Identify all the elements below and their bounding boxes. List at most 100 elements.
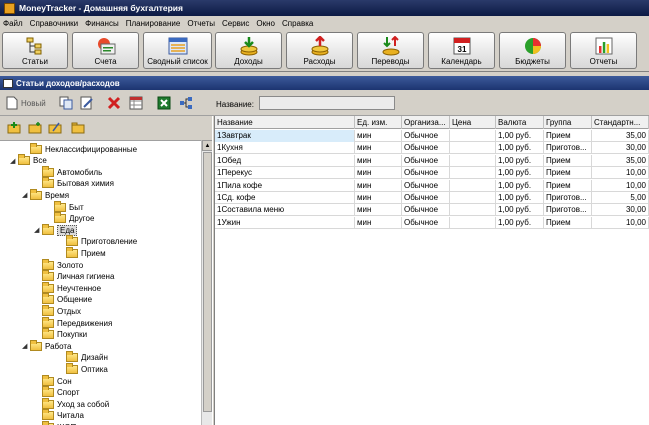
table-row[interactable]: 1Составила меню мин Обычное 1,00 руб. Пригот… [215,204,649,217]
articles-button[interactable]: Статьи [2,32,68,69]
table-cell: Обычное [402,167,450,180]
table-row[interactable]: 1Обед мин Обычное 1,00 руб. Прием 35,00 [215,154,649,167]
folder-icon [42,328,54,340]
tree-item[interactable]: ШОП [34,420,76,425]
folder-icon [42,293,54,305]
window-title-bar[interactable]: MoneyTracker - Домашняя бухгалтерия [0,0,649,16]
menu-item-planning[interactable]: Планирование [126,19,181,28]
tree-item[interactable]: ◢ Время [22,188,69,201]
new-button[interactable]: Новый [6,96,46,110]
reports-button-label: Отчеты [589,57,618,66]
table-cell: 1,00 руб. [496,154,544,167]
column-header[interactable]: Ед. изм. [355,116,402,129]
add-folder-icon[interactable] [7,121,21,134]
scroll-thumb[interactable] [203,152,212,412]
table-row[interactable]: 1Пила кофе мин Обычное 1,00 руб. Прием 10,00 [215,179,649,192]
category-tree[interactable]: Неклассифицированные ◢ Все Автомобиль Бытова… [0,140,201,425]
menu-item-finance[interactable]: Финансы [85,19,119,28]
column-header[interactable]: Цена [450,116,496,129]
folder-icon[interactable] [71,121,85,134]
folder-icon [30,142,42,154]
menu-item-window[interactable]: Окно [256,19,275,28]
tree-expander-icon[interactable]: ◢ [10,157,18,165]
table-row[interactable]: 1Перекус мин Обычное 1,00 руб. Прием 10,00 [215,167,649,180]
subwindow-title-bar[interactable]: Статьи доходов/расходов [0,76,649,90]
table-cell: 1,00 руб. [496,130,544,142]
tree-item-label: Автомобиль [57,167,103,177]
tree-scrollbar[interactable]: ▲ [201,140,213,425]
budgets-button[interactable]: Бюджеты [499,32,566,69]
menu-item-help[interactable]: Справка [282,19,313,28]
menu-item-reports[interactable]: Отчеты [187,19,215,28]
delete-icon[interactable] [107,96,121,110]
table-settings-icon[interactable] [129,96,143,110]
name-filter-input[interactable] [259,96,395,110]
reports-button[interactable]: Отчеты [570,32,637,69]
tree-item-label: Общение [57,295,93,305]
table-cell: 1,00 руб. [496,142,544,155]
folder-icon [54,200,66,212]
table-cell: 1Составила меню [215,204,355,217]
column-header[interactable]: Валюта [496,116,544,129]
table-cell: Приготов... [544,192,592,204]
folder-icon [42,386,54,398]
income-button[interactable]: Доходы [215,32,282,69]
tree-item[interactable]: Оптика [58,362,108,375]
tree-expander-icon[interactable]: ◢ [22,191,30,199]
table-row[interactable]: 1Кухня мин Обычное 1,00 руб. Приготов... 30,0… [215,142,649,155]
menu-item-service[interactable]: Сервис [222,19,249,28]
menu-item-directories[interactable]: Справочники [30,19,78,28]
tree-item-label: Неклассифицированные [45,144,138,154]
reports-chart-icon [595,37,612,55]
folder-icon [66,351,78,363]
table-cell: 1Перекус [215,167,355,180]
transfers-button[interactable]: Переводы [357,32,424,69]
window-title: MoneyTracker - Домашняя бухгалтерия [19,3,183,13]
tree-item-label: Читала [57,411,84,421]
tree-item-label: Другое [69,214,95,224]
tree-item[interactable]: Другое [46,212,95,225]
edit-folder-icon[interactable] [48,121,62,134]
tree-item[interactable]: Сон [34,374,72,387]
table-row[interactable]: 1Завтрак мин Обычное 1,00 руб. Прием 35,00 [215,130,649,142]
tree-item[interactable]: Покупки [34,328,87,341]
expenses-button[interactable]: Расходы [286,32,353,69]
folder-icon [30,339,42,351]
tree-item[interactable]: Спорт [34,386,80,399]
excel-export-icon[interactable] [157,96,171,110]
tree-item-label: Сон [57,376,72,386]
add-subfolder-icon[interactable] [28,121,42,134]
edit-icon[interactable] [80,96,94,110]
tree-expander-icon[interactable]: ◢ [34,226,42,234]
summary-list-button[interactable]: Сводный список [143,32,212,69]
menu-item-file[interactable]: Файл [3,19,23,28]
column-header[interactable]: Организа... [402,116,450,129]
table-cell: Обычное [402,216,450,229]
tree-item-label: Бытовая химия [57,179,114,189]
tree-item[interactable]: Быт [46,200,84,213]
tree-item[interactable]: Неклассифицированные [22,142,138,155]
calendar-button[interactable]: 31 Календарь [428,32,495,69]
svg-text:31: 31 [457,45,466,54]
tree-item[interactable]: Бытовая химия [34,177,114,190]
income-button-label: Доходы [234,57,263,66]
accounts-button[interactable]: Счета [72,32,139,69]
column-header[interactable]: Стандартн... [592,116,649,129]
tree-item-label: Передвижения [57,318,113,328]
table-row[interactable]: 1Ужин мин Обычное 1,00 руб. Прием 10,00 [215,216,649,229]
name-filter-label: Название: [216,100,254,109]
column-header[interactable]: Группа [544,116,592,129]
hierarchy-icon[interactable] [179,96,193,110]
column-header[interactable]: Название [215,116,355,129]
tree-item[interactable]: Прием [58,246,106,259]
tree-expander-icon[interactable]: ◢ [22,342,30,350]
tree-item[interactable]: ◢ Работа [22,339,71,352]
copy-icon[interactable] [59,96,73,110]
table-cell: 10,00 [592,179,649,192]
table-row[interactable]: 1Сд. кофе мин Обычное 1,00 руб. Приготов... 5… [215,192,649,204]
table-cell: Обычное [402,130,450,142]
new-button-label: Новый [21,98,46,108]
subwindow-icon [3,78,13,88]
tree-item-label: Дизайн [81,353,108,363]
tree-item-label: Неучтенное [57,283,102,293]
